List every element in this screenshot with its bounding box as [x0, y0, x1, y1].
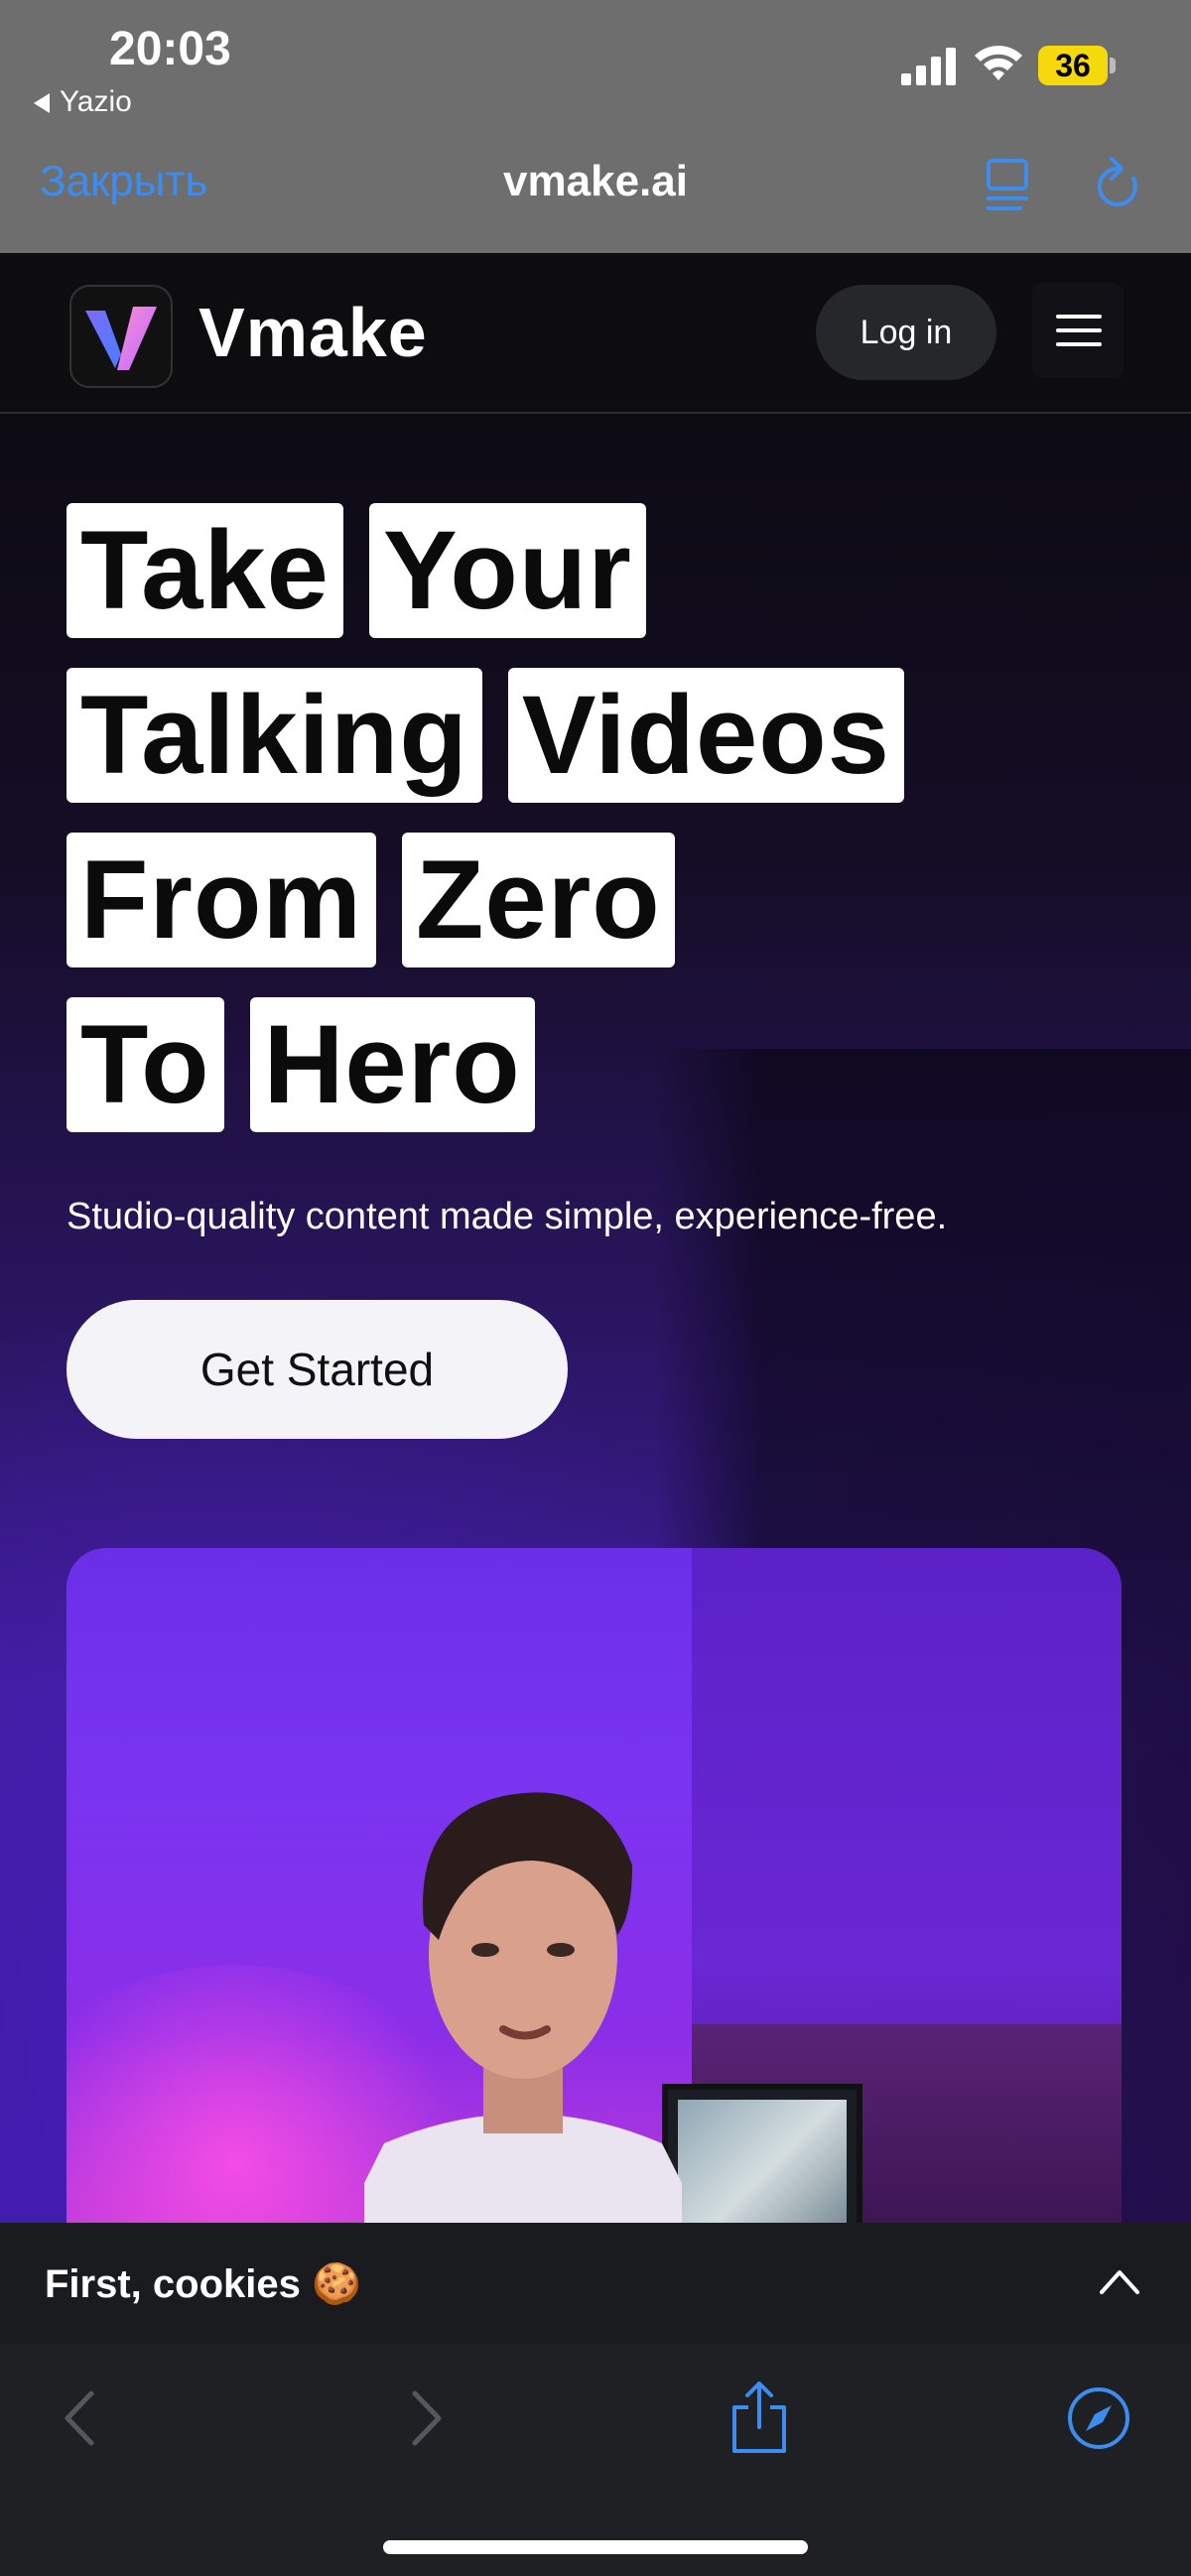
vmake-logo-icon[interactable]	[69, 285, 173, 388]
hero-subtitle: Studio-quality content made simple, expe…	[66, 1196, 948, 1237]
back-to-app-link[interactable]: Yazio	[34, 85, 132, 119]
status-bar: 20:03 Yazio 36	[0, 0, 1191, 129]
status-time: 20:03	[109, 23, 231, 75]
headline-word: To	[66, 997, 224, 1132]
hero-headline: Take Your Talking Videos From Zero To Hero	[66, 503, 930, 1162]
menu-line	[1056, 328, 1102, 332]
wifi-icon	[975, 46, 1022, 80]
video-monitor	[662, 2084, 862, 2223]
headline-word: From	[66, 833, 376, 967]
headline-word: Zero	[402, 833, 675, 967]
home-indicator	[383, 2540, 808, 2554]
back-triangle-icon	[34, 93, 50, 114]
hero-section: Take Your Talking Videos From Zero To Hero S…	[0, 414, 1191, 2223]
share-icon[interactable]	[727, 2380, 792, 2455]
headline-row: From Zero	[66, 833, 930, 997]
headline-word: Your	[368, 503, 646, 638]
battery-indicator: 36	[1038, 46, 1108, 85]
back-app-label: Yazio	[60, 85, 132, 118]
reload-icon[interactable]	[1090, 155, 1145, 214]
get-started-button[interactable]: Get Started	[66, 1300, 568, 1439]
browser-top-bar: Закрыть vmake.ai	[0, 129, 1191, 253]
compass-icon[interactable]	[1066, 2385, 1131, 2451]
headline-row: To Hero	[66, 997, 930, 1162]
headline-word: Talking	[66, 668, 482, 803]
forward-arrow-icon[interactable]	[407, 2387, 447, 2449]
headline-row: Talking Videos	[66, 668, 930, 833]
reader-icon[interactable]	[983, 157, 1032, 214]
browser-bottom-toolbar	[0, 2344, 1191, 2576]
headline-row: Take Your	[66, 503, 930, 668]
site-header: Vmake Log in	[0, 253, 1191, 414]
hamburger-icon[interactable]	[1032, 283, 1124, 378]
hero-video-preview[interactable]	[66, 1548, 1122, 2223]
menu-line	[1056, 342, 1102, 346]
headline-word: Hero	[249, 997, 535, 1132]
headline-word: Take	[66, 503, 343, 638]
cookie-banner-label: First, cookies 🍪	[45, 2262, 361, 2306]
presenter-figure	[364, 1792, 682, 2223]
cellular-signal-icon	[901, 48, 956, 85]
battery-tip	[1110, 58, 1116, 73]
back-arrow-icon[interactable]	[60, 2387, 99, 2449]
headline-word: Videos	[507, 668, 904, 803]
cookie-banner[interactable]: First, cookies 🍪	[0, 2223, 1191, 2344]
login-button[interactable]: Log in	[816, 285, 996, 380]
menu-line	[1056, 315, 1102, 319]
chevron-up-icon[interactable]	[1096, 2262, 1143, 2298]
brand-name[interactable]: Vmake	[198, 293, 428, 372]
